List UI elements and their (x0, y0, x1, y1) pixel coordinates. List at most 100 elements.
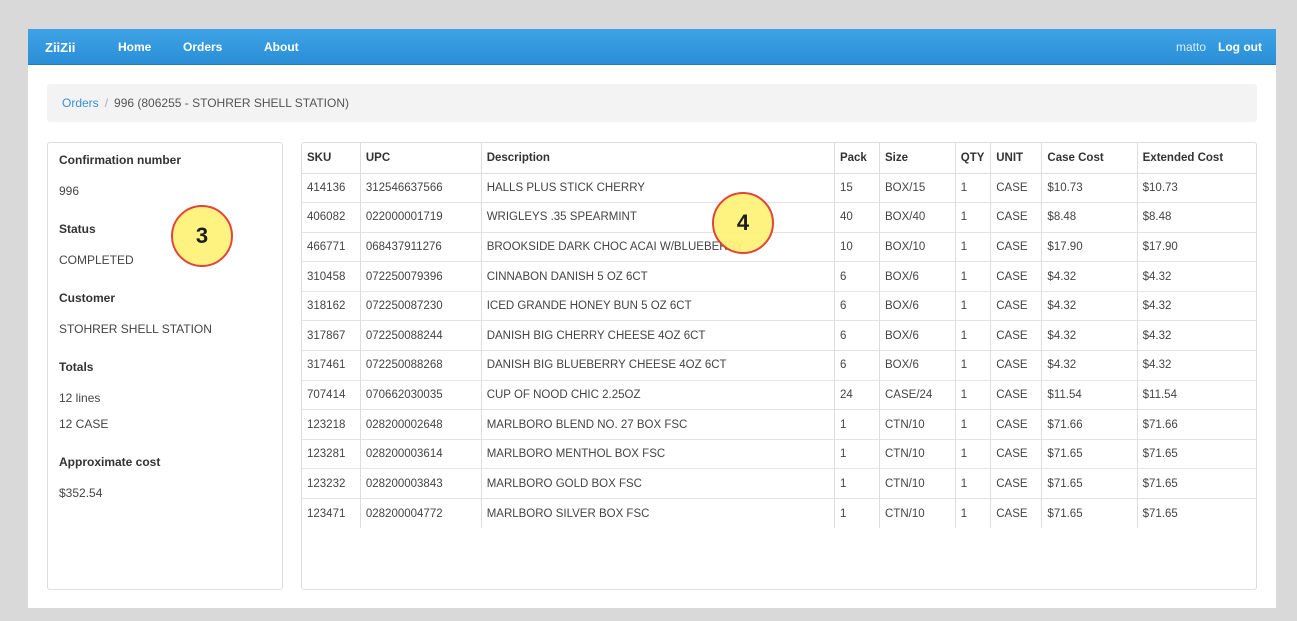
cell-extended-cost: $8.48 (1136, 202, 1256, 233)
cell-upc: 072250088244 (359, 320, 482, 351)
cell-pack: 15 (833, 172, 880, 203)
table-row[interactable]: 466771 068437911276 BROOKSIDE DARK CHOC AC… (302, 231, 1256, 262)
table-row[interactable]: 123281 028200003614 MARLBORO MENTHOL BOX F… (302, 438, 1256, 469)
header-case-cost[interactable]: Case Cost (1041, 143, 1138, 174)
cell-description: WRIGLEYS .35 SPEARMINT (480, 202, 835, 233)
confirmation-group: Confirmation number 996 (59, 153, 271, 198)
header-pack[interactable]: Pack (833, 143, 880, 174)
cell-upc: 072250079396 (359, 261, 482, 292)
cell-pack: 24 (833, 379, 880, 410)
cell-qty: 1 (954, 202, 991, 233)
table-row[interactable]: 123471 028200004772 MARLBORO SILVER BOX FS… (302, 498, 1256, 529)
nav-about-link[interactable]: About (264, 40, 299, 54)
cell-pack: 6 (833, 290, 880, 321)
cell-case-cost: $71.65 (1041, 498, 1138, 529)
cell-unit: CASE (990, 498, 1042, 529)
cell-qty: 1 (954, 172, 991, 203)
breadcrumb-orders-link[interactable]: Orders (62, 96, 99, 110)
cell-extended-cost: $71.65 (1136, 438, 1256, 469)
order-lines-table: SKU UPC Description Pack Size QTY UNIT C… (302, 143, 1256, 529)
header-description[interactable]: Description (480, 143, 835, 174)
cell-unit: CASE (990, 290, 1042, 321)
table-row[interactable]: 414136 312546637566 HALLS PLUS STICK CHERR… (302, 172, 1256, 203)
table-row[interactable]: 317461 072250088268 DANISH BIG BLUEBERRY C… (302, 350, 1256, 381)
cell-sku: 707414 (302, 379, 361, 410)
cell-pack: 6 (833, 261, 880, 292)
cell-description: CINNABON DANISH 5 OZ 6CT (480, 261, 835, 292)
table-row[interactable]: 317867 072250088244 DANISH BIG CHERRY CHEE… (302, 320, 1256, 351)
cell-pack: 1 (833, 409, 880, 440)
cell-pack: 6 (833, 350, 880, 381)
totals-label: Totals (59, 360, 94, 374)
cell-extended-cost: $71.65 (1136, 498, 1256, 529)
cell-description: ICED GRANDE HONEY BUN 5 OZ 6CT (480, 290, 835, 321)
cell-pack: 1 (833, 498, 880, 529)
cell-pack: 10 (833, 231, 880, 262)
cell-extended-cost: $11.54 (1136, 379, 1256, 410)
cell-unit: CASE (990, 379, 1042, 410)
cell-description: MARLBORO BLEND NO. 27 BOX FSC (480, 409, 835, 440)
cell-case-cost: $71.65 (1041, 468, 1138, 499)
cell-pack: 1 (833, 468, 880, 499)
logout-link[interactable]: Log out (1218, 40, 1262, 54)
cell-size: CTN/10 (879, 468, 956, 499)
order-summary-panel: Confirmation number 996 Status COMPLETED… (47, 142, 283, 590)
cell-case-cost: $8.48 (1041, 202, 1138, 233)
nav-orders-link[interactable]: Orders (183, 40, 222, 54)
cell-case-cost: $11.54 (1041, 379, 1138, 410)
cell-extended-cost: $4.32 (1136, 290, 1256, 321)
cell-case-cost: $4.32 (1041, 320, 1138, 351)
cell-qty: 1 (954, 468, 991, 499)
nav-home-link[interactable]: Home (118, 40, 151, 54)
cell-extended-cost: $4.32 (1136, 261, 1256, 292)
cell-case-cost: $71.66 (1041, 409, 1138, 440)
customer-value: STOHRER SHELL STATION (59, 322, 212, 336)
brand-logo[interactable]: ZiiZii (45, 40, 75, 55)
header-size[interactable]: Size (879, 143, 956, 174)
cell-description: MARLBORO GOLD BOX FSC (480, 468, 835, 499)
table-row[interactable]: 318162 072250087230 ICED GRANDE HONEY BUN … (302, 290, 1256, 321)
annotation-callout-3: 3 (171, 205, 233, 267)
table-row[interactable]: 310458 072250079396 CINNABON DANISH 5 OZ 6… (302, 261, 1256, 292)
cell-upc: 072250088268 (359, 350, 482, 381)
cell-unit: CASE (990, 261, 1042, 292)
cell-extended-cost: $71.66 (1136, 409, 1256, 440)
cell-case-cost: $71.65 (1041, 438, 1138, 469)
cell-size: CTN/10 (879, 498, 956, 529)
cell-description: MARLBORO SILVER BOX FSC (480, 498, 835, 529)
header-extended-cost[interactable]: Extended Cost (1136, 143, 1256, 174)
annotation-callout-4: 4 (712, 192, 774, 254)
table-row[interactable]: 406082 022000001719 WRIGLEYS .35 SPEARMINT… (302, 202, 1256, 233)
cell-qty: 1 (954, 320, 991, 351)
table-row[interactable]: 123218 028200002648 MARLBORO BLEND NO. 27 … (302, 409, 1256, 440)
customer-label: Customer (59, 291, 116, 305)
totals-case-value: 12 CASE (59, 417, 109, 431)
cell-sku: 317867 (302, 320, 361, 351)
cell-extended-cost: $4.32 (1136, 320, 1256, 351)
cell-unit: CASE (990, 231, 1042, 262)
cell-qty: 1 (954, 231, 991, 262)
cell-size: BOX/40 (879, 202, 956, 233)
table-header-row: SKU UPC Description Pack Size QTY UNIT C… (302, 143, 1256, 174)
header-qty[interactable]: QTY (954, 143, 991, 174)
cell-unit: CASE (990, 438, 1042, 469)
cell-sku: 406082 (302, 202, 361, 233)
confirmation-label: Confirmation number (59, 153, 181, 167)
cell-qty: 1 (954, 498, 991, 529)
cell-qty: 1 (954, 290, 991, 321)
cell-qty: 1 (954, 409, 991, 440)
app-frame: ZiiZii Home Orders About matto Log out O… (28, 29, 1276, 608)
cell-qty: 1 (954, 261, 991, 292)
cell-size: BOX/6 (879, 350, 956, 381)
table-row[interactable]: 707414 070662030035 CUP OF NOOD CHIC 2.25O… (302, 379, 1256, 410)
table-row[interactable]: 123232 028200003843 MARLBORO GOLD BOX FSC 1… (302, 468, 1256, 499)
cell-upc: 312546637566 (359, 172, 482, 203)
cell-description: BROOKSIDE DARK CHOC ACAI W/BLUEBERRY (480, 231, 835, 262)
cell-unit: CASE (990, 320, 1042, 351)
header-upc[interactable]: UPC (359, 143, 482, 174)
header-sku[interactable]: SKU (302, 143, 361, 174)
header-unit[interactable]: UNIT (990, 143, 1042, 174)
cell-upc: 028200002648 (359, 409, 482, 440)
cell-upc: 022000001719 (359, 202, 482, 233)
confirmation-value: 996 (59, 184, 80, 198)
